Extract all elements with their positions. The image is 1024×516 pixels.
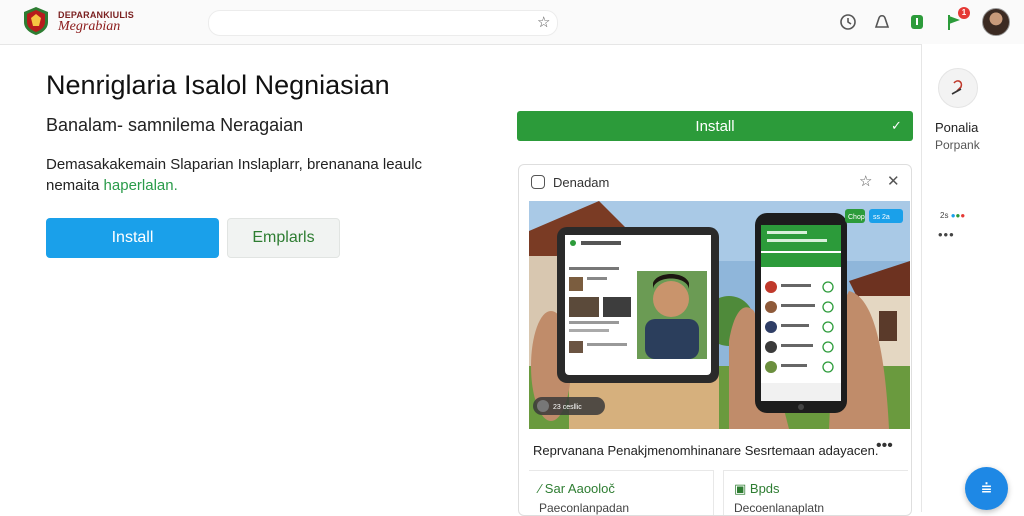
description-line-1: Demasakakemain Slaparian Inslaplarr, bre… — [46, 156, 423, 173]
brand-logo-icon[interactable] — [22, 6, 50, 36]
puzzle-icon[interactable] — [872, 12, 892, 32]
card-title: Denadam — [553, 175, 610, 190]
search-input[interactable] — [208, 10, 558, 36]
page-subtitle: Banalam- samnilema Neragaian — [46, 115, 304, 135]
description-text: nemaita — [46, 177, 100, 194]
floating-action-button[interactable]: ⩧ — [965, 467, 1008, 510]
check-icon: ✓ — [891, 118, 902, 133]
right-sidebar: Ponalia Porpank 2s ●●● ••• — [921, 44, 1024, 512]
filter-icon: ⩧ — [981, 478, 992, 498]
page-title: Nenriglaria Isalol Negniasian — [46, 70, 390, 100]
brand-name: Megrabian — [58, 19, 121, 34]
status-indicators: 2s ●●● — [940, 211, 966, 220]
notification-badge: 1 — [958, 7, 970, 19]
user-avatar[interactable] — [982, 8, 1010, 36]
feature-card-2-title: ▣ Bpds — [734, 481, 780, 496]
phone-chip-1: Chop — [848, 214, 865, 221]
feature-card-2[interactable]: ▣ Bpds Decoenlanaplatn — [723, 470, 908, 515]
card-caption: Reprvanana Penakjmenomhinanare Sesrtemaa… — [533, 443, 879, 458]
shield-icon[interactable] — [907, 12, 927, 32]
sidebar-more-icon[interactable]: ••• — [938, 227, 955, 242]
green-install-button[interactable]: Install ✓ — [517, 111, 913, 141]
profile-name: Ponalia — [935, 120, 979, 135]
more-icon[interactable]: ••• — [876, 437, 893, 455]
favorite-star-icon[interactable]: ☆ — [859, 172, 872, 190]
user-icon — [951, 80, 963, 95]
details-button[interactable]: Emplarls — [227, 218, 340, 258]
green-install-label: Install — [695, 118, 735, 135]
clock-icon[interactable] — [838, 12, 858, 32]
tablet-tag-text: 23 cesllic — [553, 404, 582, 411]
install-button[interactable]: Install — [46, 218, 219, 258]
description-link[interactable]: haperlalan. — [104, 177, 178, 194]
profile-avatar[interactable] — [938, 68, 978, 108]
feature-card-2-text: Decoenlanaplatn — [734, 501, 825, 515]
feature-card-1[interactable]: ⁄ Sar Aaooloč Paeconlanpadan — [529, 470, 714, 515]
gift-icon: ▣ — [734, 481, 750, 496]
close-icon[interactable]: ✕ — [887, 172, 900, 190]
description-line-2: nemaita haperlalan. — [46, 177, 178, 194]
phone-chip-2: ss 2a — [873, 214, 890, 221]
layout-icon — [531, 175, 545, 189]
feature-card-1-title: ⁄ Sar Aaooloč — [539, 481, 615, 496]
bookmark-star-icon[interactable]: ☆ — [537, 13, 550, 31]
feature-card-1-text: Paeconlanpadan — [539, 501, 630, 515]
app-preview-image: 23 cesllic Chop ss 2a — [529, 201, 910, 429]
app-preview-card: Denadam ☆ ✕ 23 cesllic Chop ss 2a Reprva… — [518, 164, 912, 516]
profile-subtitle: Porpank — [935, 138, 980, 152]
